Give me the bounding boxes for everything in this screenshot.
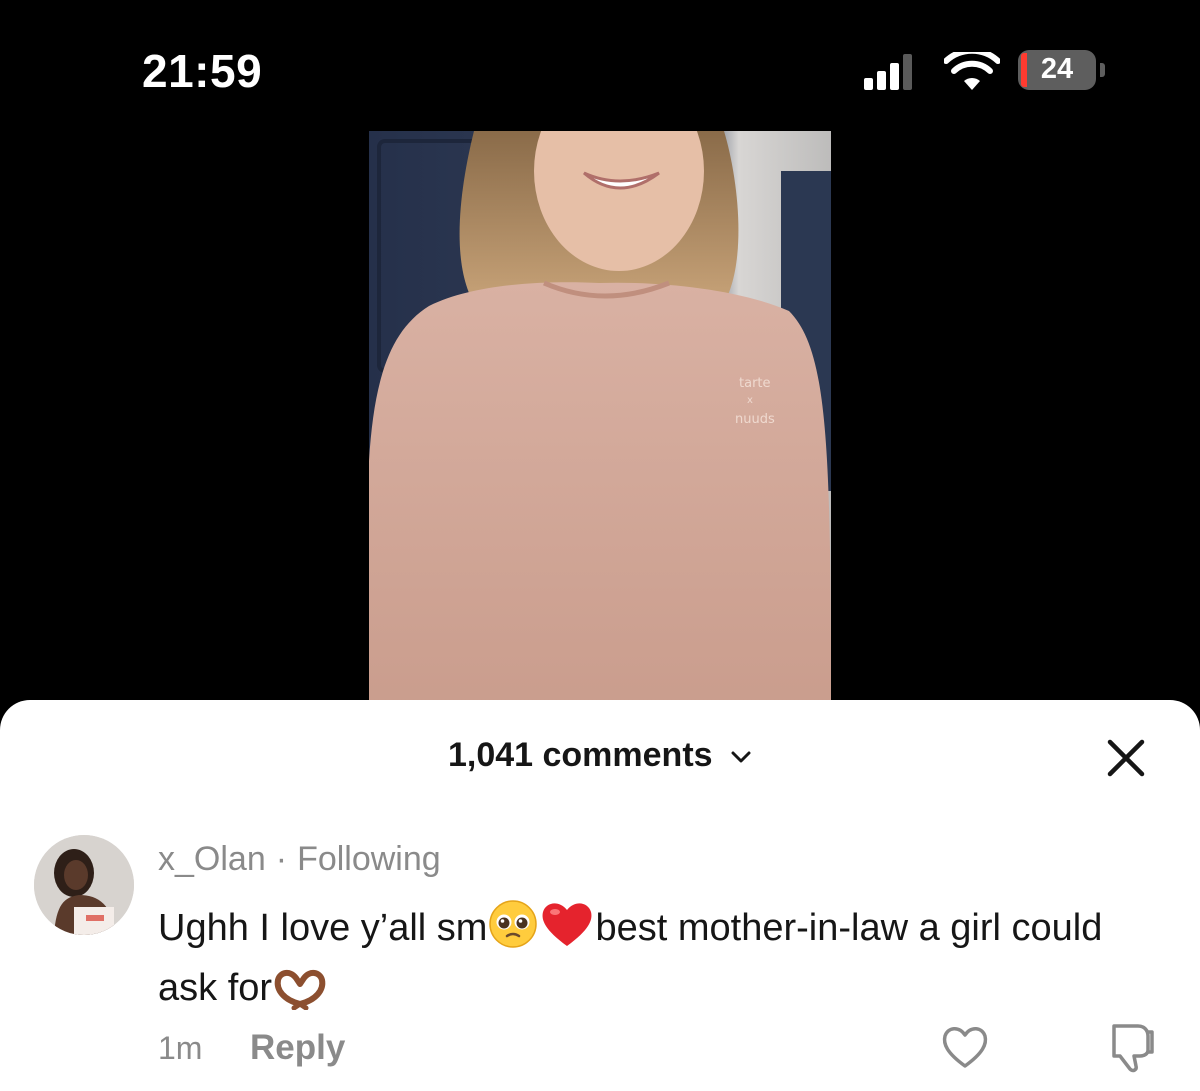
pleading-face-icon xyxy=(489,900,538,948)
sweatshirt-logo-line3: nuuds xyxy=(735,412,775,427)
follow-status: Following xyxy=(297,840,441,878)
comment-text-part1: Ughh I love y’all sm xyxy=(158,907,488,949)
sweatshirt-logo-line1: tarte xyxy=(739,376,771,391)
dislike-icon[interactable] xyxy=(1106,1020,1156,1074)
wifi-icon xyxy=(944,52,1000,90)
video-player[interactable]: tarte x nuuds xyxy=(369,131,831,731)
comments-count-header[interactable]: 1,041 comments xyxy=(0,736,1200,775)
battery-icon: 24 xyxy=(1018,50,1096,90)
reply-button[interactable]: Reply xyxy=(250,1028,345,1068)
sweatshirt-logo-line2: x xyxy=(747,395,753,406)
comment-meta: x_Olan · Following xyxy=(158,840,441,879)
comment-text: Ughh I love y’all sm best mother-in-law … xyxy=(158,898,1158,1018)
cellular-signal-icon xyxy=(864,54,914,90)
heart-hands-icon xyxy=(274,970,326,1010)
status-bar-time: 21:59 xyxy=(142,45,263,97)
comment-time: 1m xyxy=(158,1030,203,1066)
video-frame: tarte x nuuds xyxy=(369,131,831,731)
comments-count: 1,041 comments xyxy=(447,736,713,774)
meta-separator: · xyxy=(275,840,288,878)
battery-level-text: 24 xyxy=(1040,53,1074,85)
red-heart-icon xyxy=(543,903,592,946)
close-icon[interactable] xyxy=(1104,736,1148,780)
avatar-image xyxy=(34,835,134,935)
avatar[interactable] xyxy=(34,835,134,935)
battery-tip xyxy=(1100,63,1105,77)
like-heart-icon[interactable] xyxy=(940,1022,990,1072)
chevron-down-icon xyxy=(731,751,751,763)
comment-username[interactable]: x_Olan xyxy=(158,840,266,878)
